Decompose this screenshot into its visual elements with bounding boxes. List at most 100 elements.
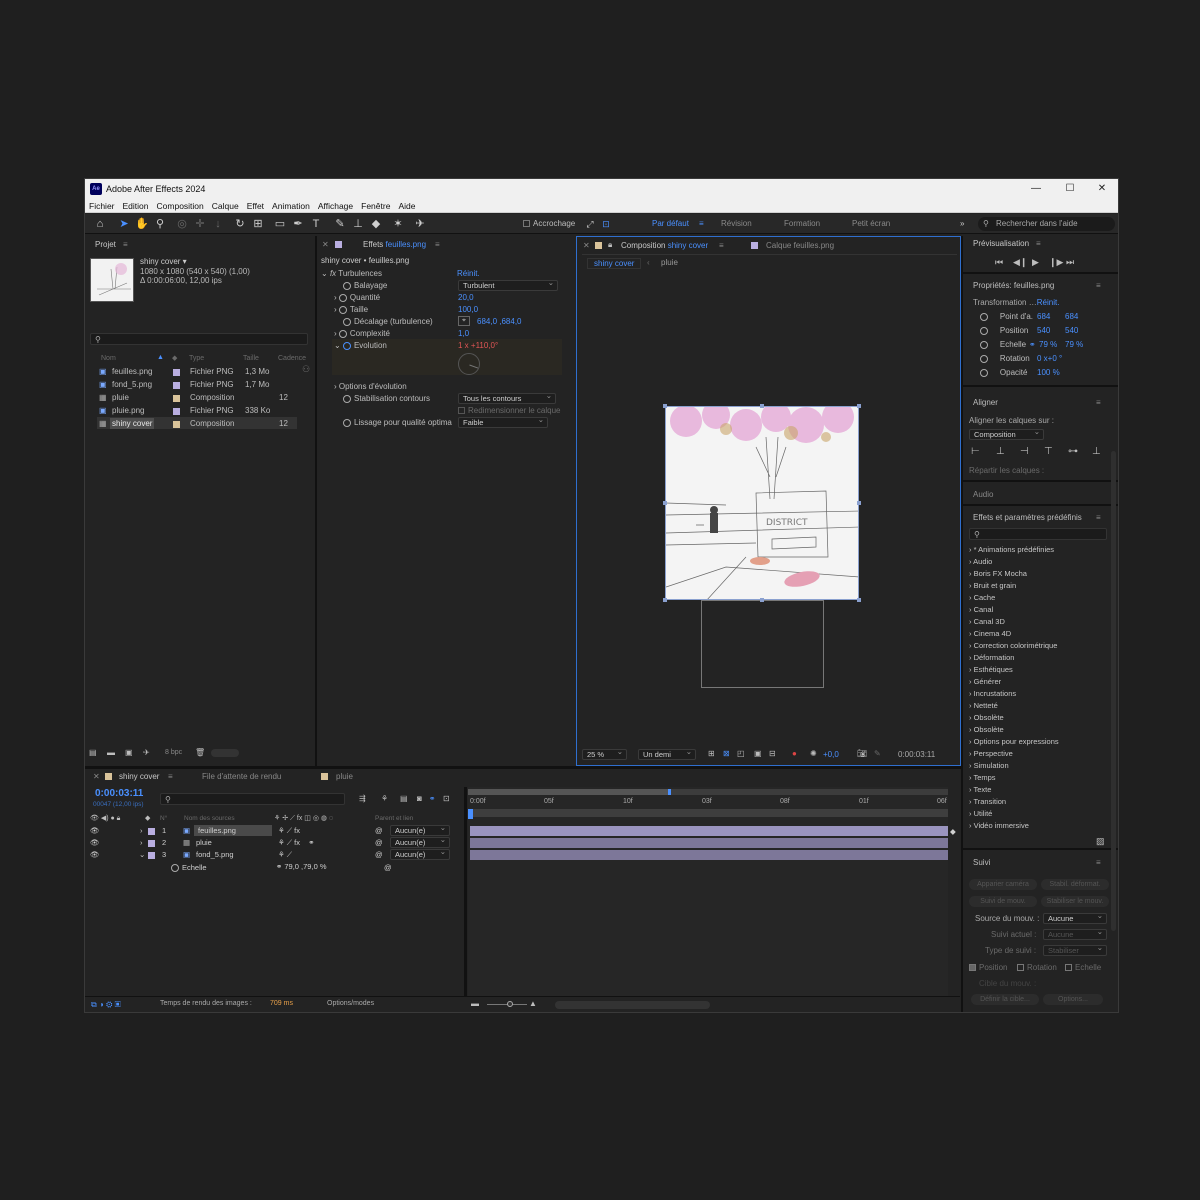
menu-effet[interactable]: Effet bbox=[243, 199, 268, 213]
project-item-row[interactable]: ▣ pluie.png Fichier PNG 338 Ko bbox=[97, 404, 297, 416]
pan-camera-icon[interactable]: ✛ bbox=[193, 217, 207, 231]
zoom-slider-thumb[interactable] bbox=[507, 1001, 513, 1007]
effect-reset-link[interactable]: Réinit. bbox=[457, 269, 480, 278]
visibility-eye-icon[interactable]: 👁︎ bbox=[90, 826, 100, 835]
layer-label-swatch[interactable] bbox=[148, 850, 155, 859]
timeline-layer-row[interactable]: 👁︎ › 1 ▣ feuilles.png ⚘ ⟋ fx @ Aucun(e) bbox=[85, 823, 465, 837]
composition-canvas[interactable]: DISTRICT bbox=[665, 406, 859, 600]
roto-brush-icon[interactable]: ✶ bbox=[391, 217, 405, 231]
col-source-name[interactable]: Nom des sources bbox=[184, 815, 235, 822]
menu-affichage[interactable]: Affichage bbox=[314, 199, 357, 213]
effects-presets-menu-icon[interactable]: ≡ bbox=[1096, 513, 1101, 522]
project-item-row-selected[interactable]: ▦ shiny cover Composition 12 bbox=[97, 417, 297, 429]
align-top-icon[interactable]: ⊤ bbox=[1044, 446, 1053, 457]
track-position-option[interactable]: Position bbox=[969, 963, 1007, 972]
brush-tool-icon[interactable]: ✎ bbox=[333, 217, 347, 231]
preview-menu-icon[interactable]: ≡ bbox=[1036, 239, 1041, 248]
label-column-icon[interactable]: ◆ bbox=[172, 354, 177, 362]
stopwatch-icon[interactable] bbox=[338, 305, 347, 314]
selection-tool-icon[interactable]: ➤ bbox=[117, 217, 131, 231]
align-left-icon[interactable]: ⊢ bbox=[971, 446, 980, 457]
effects-category[interactable]: › Audio bbox=[969, 557, 992, 566]
time-ruler-bar[interactable] bbox=[468, 809, 948, 817]
track-type-dropdown[interactable]: Stabiliser bbox=[1043, 943, 1107, 956]
dependency-icon[interactable]: ✈ bbox=[143, 748, 150, 757]
stopwatch-icon[interactable] bbox=[171, 864, 179, 873]
rotate-tool-icon[interactable]: ↻ bbox=[233, 217, 247, 231]
effects-category[interactable]: › Vidéo immersive bbox=[969, 821, 1029, 830]
stopwatch-icon[interactable] bbox=[343, 281, 351, 290]
status-icons[interactable]: ⧉ ◑ ⚙ ▣ bbox=[91, 1000, 121, 1010]
timeline-tab-render-queue[interactable]: File d'attente de rendu bbox=[202, 772, 281, 781]
crumb-pluie[interactable]: pluie bbox=[661, 258, 678, 267]
stopwatch-icon[interactable] bbox=[980, 340, 988, 349]
layer-bar[interactable] bbox=[470, 850, 948, 860]
track-scale-option[interactable]: Echelle bbox=[1065, 963, 1101, 972]
stopwatch-icon[interactable] bbox=[980, 354, 988, 363]
project-search-input[interactable]: ⚲ bbox=[90, 333, 308, 345]
layer-switches-icons[interactable]: ⚘ ⟋ fx bbox=[278, 826, 300, 836]
properties-menu-icon[interactable]: ≡ bbox=[1096, 281, 1101, 290]
point-target-icon[interactable]: ⌖ bbox=[458, 316, 470, 326]
text-tool-icon[interactable]: T bbox=[309, 217, 323, 231]
effects-category[interactable]: › Netteté bbox=[969, 701, 998, 710]
timeline-graph-area[interactable] bbox=[468, 787, 948, 997]
effects-category[interactable]: › Canal 3D bbox=[969, 617, 1005, 626]
anchor-y[interactable]: 684 bbox=[1065, 312, 1078, 321]
stopwatch-icon[interactable] bbox=[338, 329, 347, 338]
effects-category[interactable]: › Utilité bbox=[969, 809, 992, 818]
new-preset-icon[interactable]: ▨ bbox=[1096, 836, 1105, 847]
effects-category[interactable]: › Boris FX Mocha bbox=[969, 569, 1027, 578]
workspace-small-screen[interactable]: Petit écran bbox=[852, 219, 890, 228]
expand-arrow-icon[interactable]: › bbox=[140, 826, 143, 835]
timeline-layer-row[interactable]: 👁︎ ⌄ 3 ▣ fond_5.png ⚘ ⟋ @ Aucun(e) bbox=[85, 847, 465, 861]
transform-handle[interactable] bbox=[663, 404, 667, 408]
help-search-input[interactable]: ⚲ Rechercher dans l'aide bbox=[978, 217, 1115, 231]
stabilisation-dropdown[interactable]: Tous les contours bbox=[458, 391, 556, 404]
col-size[interactable]: Taille bbox=[243, 355, 259, 362]
sort-arrow-icon[interactable]: ▲ bbox=[157, 354, 164, 361]
menu-edition[interactable]: Edition bbox=[119, 199, 153, 213]
playhead-handle[interactable] bbox=[468, 809, 473, 819]
resize-layer-option[interactable]: Redimensionner le calque bbox=[458, 406, 561, 415]
timeline-timecode[interactable]: 0:00:03:11 bbox=[95, 788, 143, 799]
zoom-slider[interactable] bbox=[487, 1001, 527, 1007]
toggle-switches-icon[interactable]: ⊡ bbox=[443, 794, 450, 803]
transform-handle[interactable] bbox=[857, 501, 861, 505]
effects-tab[interactable]: Effets feuilles.png bbox=[363, 240, 426, 249]
effect-header[interactable]: ⌄ fx Turbulences bbox=[321, 269, 382, 278]
align-bottom-icon[interactable]: ⊥ bbox=[1092, 446, 1101, 457]
expand-arrow-icon[interactable]: › bbox=[140, 838, 143, 847]
close-tab-icon[interactable]: ✕ bbox=[93, 772, 100, 781]
quantite-value[interactable]: 20,0 bbox=[458, 293, 474, 302]
set-target-button[interactable]: Définir la cible... bbox=[971, 994, 1039, 1005]
effects-category[interactable]: › * Animations prédéfinies bbox=[969, 545, 1054, 554]
guides-icon[interactable]: ⊟ bbox=[769, 749, 776, 758]
stabilize-motion-button[interactable]: Stabiliser le mouv. bbox=[1041, 896, 1109, 907]
pickwhip-icon[interactable]: @ bbox=[375, 826, 383, 835]
rotation-value[interactable]: 0 x+0 ° bbox=[1037, 354, 1062, 363]
scale-property-row[interactable]: Echelle bbox=[171, 863, 207, 873]
stopwatch-icon[interactable] bbox=[980, 326, 988, 335]
tracker-menu-icon[interactable]: ≡ bbox=[1096, 858, 1101, 867]
rectangle-tool-icon[interactable]: ▭ bbox=[273, 217, 287, 231]
effects-category[interactable]: › Cache bbox=[969, 593, 995, 602]
effects-presets-search[interactable]: ⚲ bbox=[969, 528, 1107, 540]
first-frame-button[interactable]: ⏮ bbox=[995, 257, 1003, 268]
options-modes-toggle[interactable]: Options/modes bbox=[327, 1000, 374, 1007]
snapping-toggle[interactable]: Accrochage bbox=[523, 219, 575, 228]
rotation-checkbox[interactable] bbox=[1017, 964, 1024, 972]
color-channels-icon[interactable]: ● bbox=[792, 749, 797, 758]
menu-composition[interactable]: Composition bbox=[153, 199, 208, 213]
menu-aide[interactable]: Aide bbox=[394, 199, 419, 213]
close-tab-icon[interactable]: ✕ bbox=[322, 240, 329, 249]
snapshot-icon[interactable]: 📷︎ bbox=[857, 749, 867, 758]
evolution-dial[interactable] bbox=[458, 353, 480, 375]
transform-handle[interactable] bbox=[663, 501, 667, 505]
frame-blending-icon[interactable]: ▤ bbox=[400, 794, 408, 803]
show-snapshot-icon[interactable]: ✎ bbox=[874, 749, 881, 758]
effects-category[interactable]: › Correction colorimétrique bbox=[969, 641, 1057, 650]
track-camera-button[interactable]: Apparier caméra bbox=[969, 879, 1037, 890]
col-type[interactable]: Type bbox=[189, 355, 204, 362]
col-name[interactable]: Nom bbox=[101, 355, 116, 362]
